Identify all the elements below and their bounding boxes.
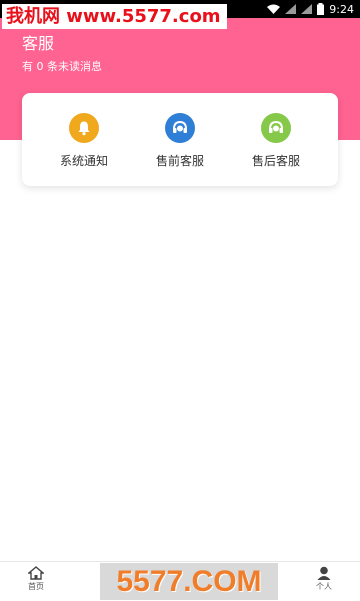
tab-home-label: 首页 [28, 582, 44, 591]
unread-count-text: 有 0 条未读消息 [22, 60, 102, 73]
tab-profile-label: 个人 [316, 582, 332, 591]
tab-profile[interactable]: 个人 [304, 566, 344, 592]
signal-icon [285, 4, 297, 14]
system-notice-label: 系统通知 [59, 154, 108, 168]
presale-service-button[interactable]: 售前客服 [140, 113, 220, 169]
service-card: 系统通知 售前客服 售后客服 [22, 93, 338, 186]
bell-icon [69, 113, 99, 143]
logo-overlay: 5577.COM [100, 563, 278, 600]
aftersale-service-button[interactable]: 售后客服 [236, 113, 316, 169]
person-icon [317, 566, 331, 580]
status-time: 9:24 [329, 2, 354, 16]
status-icons: 9:24 [267, 1, 354, 17]
home-icon [28, 566, 44, 580]
presale-service-label: 售前客服 [155, 154, 204, 168]
system-notice-button[interactable]: 系统通知 [44, 113, 124, 169]
wifi-icon [267, 4, 281, 14]
page-title: 客服 [22, 34, 55, 53]
aftersale-service-label: 售后客服 [251, 154, 300, 168]
signal-icon [301, 4, 313, 14]
headset-icon [261, 113, 291, 143]
watermark-text: 我机网 www.5577.com [2, 4, 227, 29]
tab-home[interactable]: 首页 [16, 566, 56, 592]
battery-icon [317, 3, 325, 15]
headset-icon [165, 113, 195, 143]
